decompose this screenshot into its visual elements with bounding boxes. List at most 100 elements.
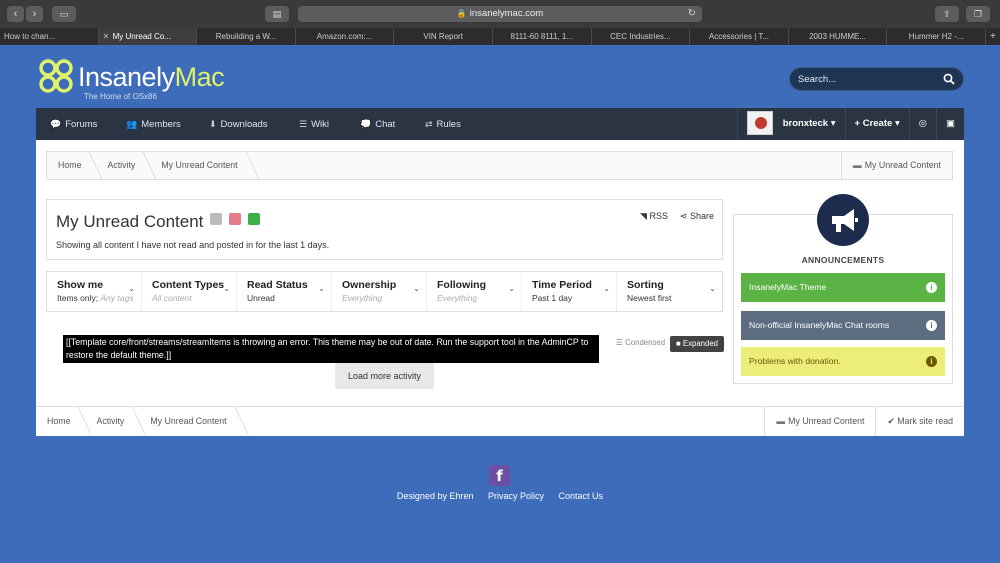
check-icon: ✔ [887,416,895,426]
chevron-down-icon: ⌄ [603,284,610,293]
avatar[interactable] [746,111,773,136]
browser-tab[interactable]: Accessories | T... [690,28,789,45]
load-more-button[interactable]: Load more activity [335,363,434,389]
user-menu[interactable]: bronxteck ▾ [736,108,845,140]
plus-icon: + [854,118,861,129]
info-icon: i [926,282,937,293]
browser-tab[interactable]: Amazon.com:... [296,28,395,45]
breadcrumb-activity[interactable]: Activity [85,407,139,436]
main-nav: 💬 Forums 👥 Members ⬇ Downloads ☰ Wiki 💭 Chat … [36,108,964,140]
footer-breadcrumb: Home Activity My Unread Content ▬ My Unre… [36,406,964,436]
nav-downloads[interactable]: ⬇ Downloads [209,108,268,140]
rss-icon: ◥ [640,211,647,221]
chevron-down-icon: ⌄ [318,284,325,293]
announcement-item[interactable]: Problems with donation. i [741,347,945,376]
browser-tab[interactable]: CEC Industries... [592,28,691,45]
tabs-overview-icon[interactable]: ❐ [966,6,990,22]
square-icon: ■ [676,339,681,348]
chat-icon: 💭 [360,119,372,129]
breadcrumb-right-link[interactable]: ▬ My Unread Content [764,407,875,436]
share-icon[interactable]: ⇪ [935,6,959,22]
page-header: My Unread Content Showing all content I … [46,199,723,260]
breadcrumb-activity[interactable]: Activity [96,152,150,179]
facebook-icon[interactable]: f [489,465,510,486]
nav-wiki[interactable]: ☰ Wiki [299,108,329,140]
browser-tab[interactable]: 8111-60 8111, 1... [493,28,592,45]
browser-tab[interactable]: 2003 HUMME... [789,28,888,45]
breadcrumb-current[interactable]: My Unread Content [150,152,252,179]
view-condensed-button[interactable]: ☰ Condensed [616,338,665,347]
breadcrumb: Home Activity My Unread Content ▬ My Unre… [46,151,953,180]
chevron-down-icon: ⌄ [508,284,515,293]
chevron-down-icon: ⌄ [709,284,716,293]
edit-icon[interactable] [210,213,223,225]
inbox-button[interactable]: ▣ [936,108,964,140]
nav-chat[interactable]: 💭 Chat [360,108,395,140]
list-icon: ☰ [616,338,623,347]
share-link[interactable]: ⋖ Share [680,211,714,222]
chevron-down-icon: ⌄ [223,284,230,293]
lock-icon: 🔒 [456,9,467,18]
filter-ownership[interactable]: Ownership Everything ⌄ [332,272,427,311]
browser-tab[interactable]: Rebuilding a W... [197,28,296,45]
nav-forums[interactable]: 💬 Forums [50,108,97,140]
new-tab-icon[interactable]: + [986,28,1000,45]
filter-following[interactable]: Following Everything ⌄ [427,272,522,311]
filter-content-types[interactable]: Content Types All content ⌄ [142,272,237,311]
announcements-title: ANNOUNCEMENTS [801,255,885,265]
announcement-item[interactable]: InsanelyMac Theme i [741,273,945,302]
folder-icon: ▬ [776,416,786,426]
announcement-item[interactable]: Non-official InsanelyMac Chat rooms i [741,311,945,340]
create-menu[interactable]: + Create ▾ [844,108,909,140]
back-button[interactable]: ‹ [7,6,24,22]
download-icon: ⬇ [209,119,217,129]
mark-site-read-button[interactable]: ✔ Mark site read [875,407,964,436]
folder-icon: ▬ [852,160,862,170]
filter-sorting[interactable]: Sorting Newest first ⌄ [617,272,722,311]
breadcrumb-right-link[interactable]: ▬ My Unread Content [840,152,952,179]
footer-privacy-policy[interactable]: Privacy Policy [488,491,544,501]
reader-icon[interactable]: ▤ [265,6,289,22]
browser-tab-bar: How to chan... ✕ My Unread Co... Rebuildi… [0,28,1000,45]
chevron-down-icon: ⌄ [413,284,420,293]
browser-tab[interactable]: How to chan... [0,28,99,45]
footer-designed-by[interactable]: Designed by Ehren [397,491,474,501]
globe-button[interactable]: ◎ [908,108,936,140]
delete-icon[interactable] [228,213,241,225]
filter-show-me[interactable]: Show me Items only; Any tags ⌄ [47,272,142,311]
nav-members[interactable]: 👥 Members [126,108,181,140]
chevron-down-icon: ▾ [830,118,836,129]
site-header: InsanelyMac The Home of OSx86 [0,45,1000,108]
footer-contact-us[interactable]: Contact Us [559,491,604,501]
filter-bar: Show me Items only; Any tags ⌄ Content T… [46,271,723,312]
logo-icon [39,59,73,93]
breadcrumb-home[interactable]: Home [47,152,96,179]
announcements-widget: ANNOUNCEMENTS InsanelyMac Theme i Non-of… [733,194,953,384]
template-error-message: [[Template core/front/streams/streamItem… [63,335,599,363]
search-input[interactable] [798,73,938,86]
info-icon: i [926,356,937,367]
address-bar[interactable]: 🔒 insanelymac.com ↻ [298,6,702,22]
nav-rules[interactable]: ⇄ Rules [425,108,461,140]
users-icon: 👥 [126,119,138,129]
filter-read-status[interactable]: Read Status Unread ⌄ [237,272,332,311]
close-icon[interactable]: ✕ [103,28,110,45]
breadcrumb-home[interactable]: Home [36,407,85,436]
browser-tab[interactable]: Hummer H2 -... [887,28,986,45]
sidebar-toggle-icon[interactable]: ▭ [52,6,76,22]
view-expanded-button[interactable]: ■ Expanded [670,336,725,352]
chevron-down-icon: ▾ [894,118,900,129]
globe-icon: ◎ [918,118,928,129]
url-text: insanelymac.com [469,8,544,19]
reload-icon[interactable]: ↻ [688,6,696,22]
search-box[interactable] [789,67,964,91]
check-icon[interactable] [247,213,260,225]
browser-tab[interactable]: VIN Report [394,28,493,45]
rss-link[interactable]: ◥ RSS [640,211,668,222]
search-icon[interactable] [943,73,955,85]
breadcrumb-current[interactable]: My Unread Content [139,407,241,436]
filter-time-period[interactable]: Time Period Past 1 day ⌄ [522,272,617,311]
page-description: Showing all content I have not read and … [56,240,330,250]
forward-button[interactable]: › [26,6,43,22]
browser-tab-active[interactable]: ✕ My Unread Co... [98,28,198,45]
